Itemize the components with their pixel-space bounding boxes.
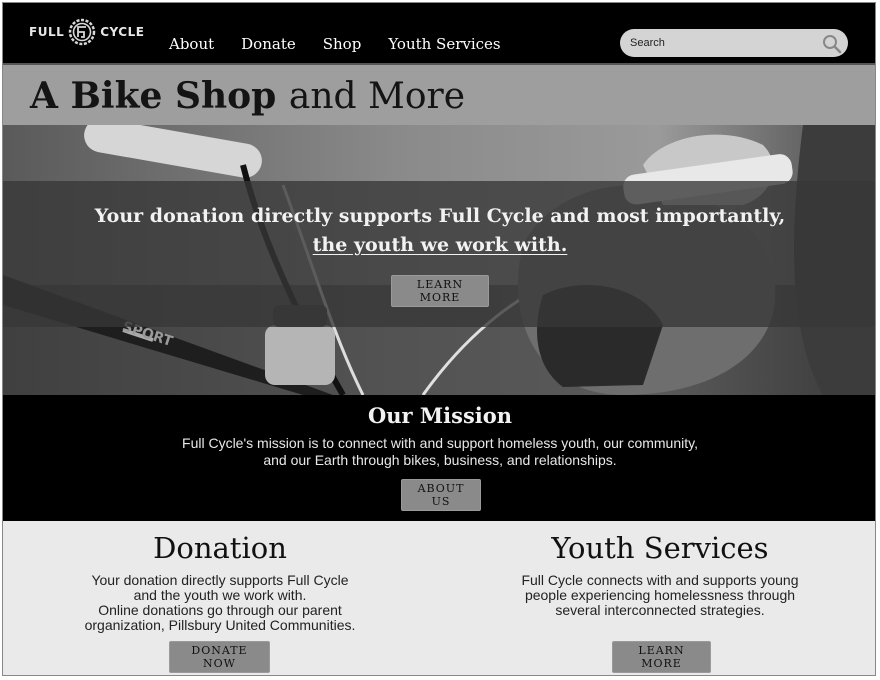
donate-now-button[interactable]: DONATE NOW [169, 641, 270, 673]
hero-headline: Your donation directly supports Full Cyc… [94, 205, 786, 227]
title-band: A Bike Shop and More [3, 65, 875, 125]
youth-services-text: Full Cycle connects with and supports yo… [443, 572, 875, 618]
nav-donate[interactable]: Donate [241, 35, 296, 53]
donation-column: Donation Your donation directly supports… [3, 521, 437, 675]
donation-text: Your donation directly supports Full Cyc… [3, 573, 437, 633]
page-title: A Bike Shop and More [30, 74, 465, 119]
page-title-bold: A Bike Shop [30, 75, 277, 117]
donation-line: organization, Pillsbury United Communiti… [84, 617, 356, 633]
youth-services-line: several interconnected strategies. [555, 602, 765, 618]
logo-text-cycle: CYCLE [100, 25, 145, 39]
youth-services-line: people experiencing homelessness through [524, 587, 796, 603]
youth-services-line: Full Cycle connects with and supports yo… [521, 572, 799, 588]
page-title-light: and More [288, 76, 466, 117]
donation-line: Online donations go through our parent [98, 602, 342, 618]
hero-underlined-text[interactable]: the youth we work with. [313, 234, 568, 256]
hero-overlay: Your donation directly supports Full Cyc… [3, 181, 875, 327]
page: FULL CYCLE About Donate Shop Youth Servi… [2, 2, 876, 676]
youth-services-heading: Youth Services [551, 531, 769, 565]
youth-services-column: Youth Services Full Cycle connects with … [443, 521, 875, 675]
donation-line: and the youth we work with. [133, 587, 307, 603]
hero-banner: SPORT Your donation directly supports Fu… [3, 125, 875, 395]
hero-learn-more-button[interactable]: LEARN MORE [391, 275, 489, 307]
nav-shop[interactable]: Shop [323, 35, 362, 53]
bottom-columns: Donation Your donation directly supports… [3, 521, 875, 675]
donation-heading: Donation [153, 531, 287, 565]
search-box [620, 29, 848, 57]
full-cycle-logo[interactable]: FULL CYCLE [29, 17, 144, 47]
chainring-icon [68, 18, 96, 46]
mission-text-line-2: and our Earth through bikes, business, a… [263, 452, 617, 468]
mission-text-line-1: Full Cycle's mission is to connect with … [182, 435, 698, 451]
youth-services-learn-more-button[interactable]: LEARN MORE [612, 641, 711, 673]
site-header: FULL CYCLE About Donate Shop Youth Servi… [3, 3, 875, 65]
search-input[interactable] [630, 29, 820, 57]
main-nav: About Donate Shop Youth Services [169, 35, 528, 53]
about-us-button[interactable]: ABOUT US [401, 479, 481, 511]
donation-line: Your donation directly supports Full Cyc… [91, 572, 349, 588]
logo-text-full: FULL [29, 25, 65, 39]
search-icon[interactable] [822, 34, 842, 59]
mission-heading: Our Mission [367, 403, 513, 428]
mission-section: Our Mission Full Cycle's mission is to c… [3, 395, 875, 521]
nav-youth-services[interactable]: Youth Services [388, 35, 500, 53]
mission-text: Full Cycle's mission is to connect with … [3, 435, 875, 469]
hero-headline-link: the youth we work with. [3, 234, 875, 256]
nav-about[interactable]: About [169, 35, 214, 53]
